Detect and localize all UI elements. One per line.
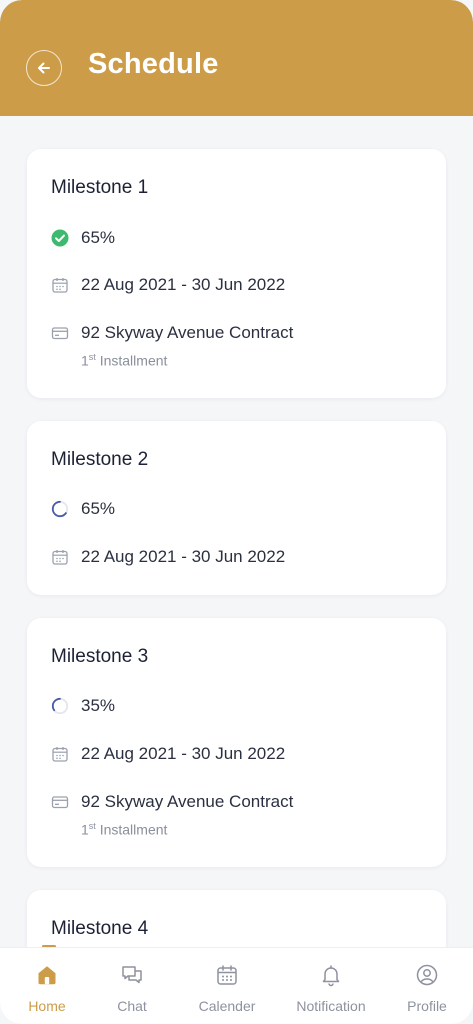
nav-label: Calender — [198, 998, 256, 1014]
calendar-icon — [51, 276, 69, 294]
nav-label: Notification — [296, 998, 366, 1014]
contract-name: 92 Skyway Avenue Contract — [81, 323, 294, 342]
milestone-card[interactable]: Milestone 1 65% 22 Aug 2021 - 30 Jun 202… — [27, 149, 446, 398]
progress-value: 65% — [81, 228, 116, 247]
check-circle-icon — [51, 229, 69, 247]
chat-icon — [119, 962, 145, 988]
bell-icon — [318, 962, 344, 988]
calendar-icon — [51, 548, 69, 566]
milestone-title: Milestone 2 — [51, 449, 149, 470]
milestone-title: Milestone 4 — [51, 918, 149, 939]
installment-label: 1st Installment — [81, 352, 168, 369]
home-icon — [34, 962, 60, 988]
progress-value: 65% — [81, 499, 116, 518]
date-range: 22 Aug 2021 - 30 Jun 2022 — [81, 547, 286, 566]
nav-item-notification[interactable]: Notification — [286, 962, 376, 1014]
progress-row: 65% — [51, 228, 115, 248]
date-row: 22 Aug 2021 - 30 Jun 2022 — [51, 744, 285, 764]
header-bar: Schedule — [0, 0, 473, 116]
card-icon — [51, 793, 69, 811]
progress-ring-icon — [51, 697, 69, 715]
contract-row: 92 Skyway Avenue Contract — [51, 792, 293, 812]
contract-row: 92 Skyway Avenue Contract — [51, 323, 293, 343]
progress-row: 35% — [51, 696, 115, 716]
date-row: 22 Aug 2021 - 30 Jun 2022 — [51, 275, 285, 295]
nav-item-calender[interactable]: Calender — [182, 962, 272, 1014]
milestone-title: Milestone 3 — [51, 646, 149, 667]
milestone-card[interactable]: Milestone 3 35% 22 Aug 2021 - 30 Jun 202… — [27, 618, 446, 867]
profile-icon — [414, 962, 440, 988]
back-button[interactable] — [26, 50, 62, 86]
date-range: 22 Aug 2021 - 30 Jun 2022 — [81, 275, 286, 294]
app-screen: Schedule Milestone 1 65% 22 Aug 2021 - 3… — [0, 0, 473, 1024]
milestone-title: Milestone 1 — [51, 177, 149, 198]
progress-value: 35% — [81, 696, 116, 715]
milestone-card[interactable]: Milestone 2 65% 22 Aug 2021 - 30 Jun 202… — [27, 421, 446, 595]
bottom-nav: Home Chat Calender Notification Profile — [0, 947, 473, 1024]
nav-item-profile[interactable]: Profile — [382, 962, 472, 1014]
calendar-icon — [214, 962, 240, 988]
nav-label: Home — [28, 998, 66, 1014]
nav-item-home[interactable]: Home — [2, 962, 92, 1014]
progress-row: 65% — [51, 499, 115, 519]
nav-label: Chat — [117, 998, 147, 1014]
nav-item-chat[interactable]: Chat — [87, 962, 177, 1014]
calendar-icon — [51, 745, 69, 763]
card-icon — [51, 324, 69, 342]
date-row: 22 Aug 2021 - 30 Jun 2022 — [51, 547, 285, 567]
progress-ring-icon — [51, 500, 69, 518]
installment-label: 1st Installment — [81, 821, 168, 838]
nav-label: Profile — [407, 998, 447, 1014]
page-title: Schedule — [88, 48, 219, 80]
arrow-left-icon — [38, 62, 50, 74]
contract-name: 92 Skyway Avenue Contract — [81, 792, 294, 811]
date-range: 22 Aug 2021 - 30 Jun 2022 — [81, 744, 286, 763]
